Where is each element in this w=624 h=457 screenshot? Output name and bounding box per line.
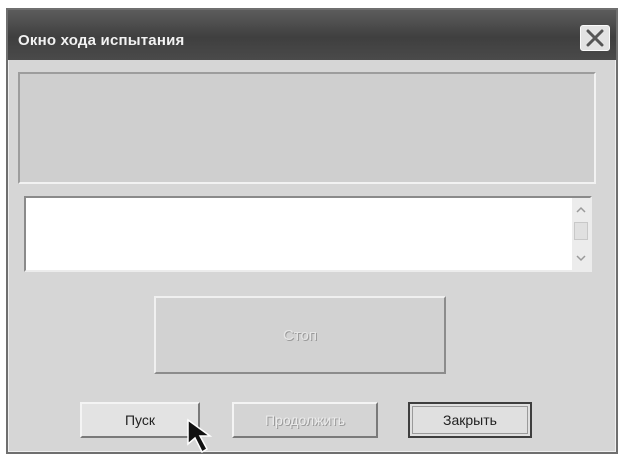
scroll-up-icon[interactable] (575, 204, 587, 216)
log-scrollbar[interactable] (572, 198, 590, 270)
window-title: Окно хода испытания (18, 32, 185, 49)
start-button[interactable]: Пуск (80, 402, 200, 438)
close-icon (586, 29, 604, 47)
title-bar[interactable]: Окно хода испытания (8, 10, 616, 60)
scroll-down-icon[interactable] (575, 252, 587, 264)
close-window-button[interactable] (580, 25, 610, 51)
scroll-thumb[interactable] (574, 222, 588, 240)
status-panel (18, 72, 596, 184)
close-button[interactable]: Закрыть (408, 402, 532, 438)
mouse-pointer-icon (187, 418, 213, 454)
log-textbox[interactable] (24, 196, 592, 272)
stop-button[interactable]: Стоп (154, 296, 446, 374)
continue-button[interactable]: Продолжить (232, 402, 378, 438)
